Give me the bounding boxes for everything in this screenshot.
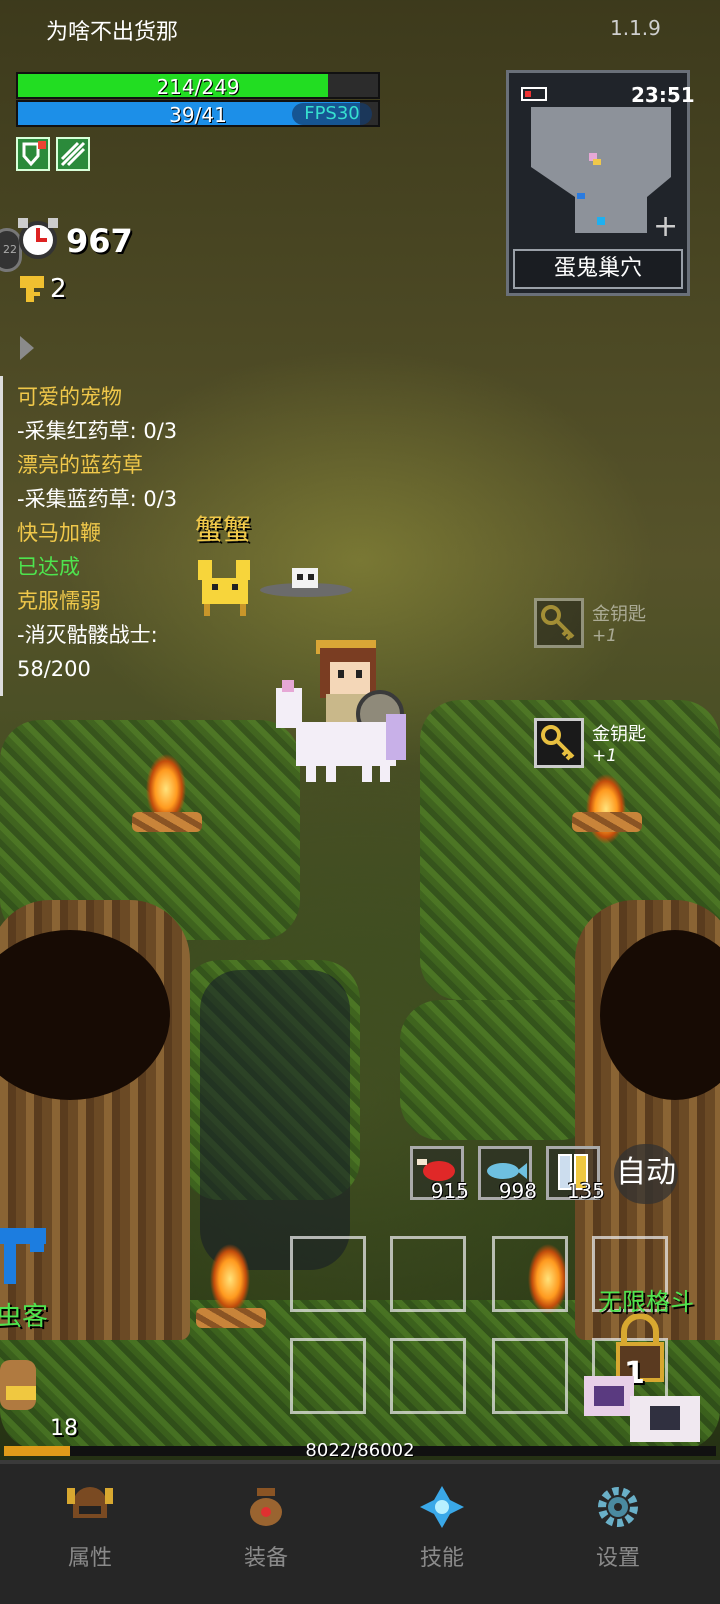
skill-slot-2[interactable]: [390, 1236, 466, 1312]
campfire-wood: [572, 812, 642, 832]
quest-log[interactable]: 可爱的宠物 -采集红药草: 0/3 漂亮的蓝药草 -采集蓝药草: 0/3 快马加…: [0, 376, 233, 696]
loot-notification: 金钥匙 +1: [534, 718, 704, 774]
player-name: 为啥不出货那: [46, 20, 179, 45]
quest-title: 可爱的宠物: [17, 385, 122, 409]
potion-slot[interactable]: 135: [546, 1146, 605, 1203]
campfire-wood: [132, 812, 202, 832]
skill-slot-6[interactable]: [390, 1338, 466, 1414]
quest-title: 漂亮的蓝药草: [17, 453, 143, 477]
minimap-expand-button[interactable]: +: [653, 209, 678, 244]
alarm-clock-icon: [16, 216, 60, 260]
auto-button[interactable]: 自动: [614, 1144, 678, 1204]
quest-detail: -消灭骷髅战士:: [17, 623, 158, 647]
area-name: 蛋鬼巢穴: [513, 249, 683, 289]
fish-count: 998: [498, 1179, 537, 1203]
nav-skills-label: 技能: [419, 1546, 464, 1571]
exp-text: 8022/86002: [305, 1440, 415, 1461]
minimap-clock: 23:51: [631, 83, 695, 107]
mp-bar: 39/41 FPS30: [16, 100, 380, 127]
timer-badge-value: 22: [3, 243, 17, 256]
version-label: 1.1.9: [610, 16, 661, 40]
bag-icon: [250, 1488, 282, 1526]
hp-bar: 214/249: [16, 72, 380, 99]
gold-key-icon: [534, 718, 584, 768]
skill-slot-7[interactable]: [492, 1338, 568, 1414]
quest-title: 快马加鞭: [17, 521, 101, 545]
minimap[interactable]: 23:51 + 蛋鬼巢穴: [506, 70, 695, 296]
loot-amount: +1: [592, 626, 618, 646]
auto-button-label: 自动: [616, 1155, 676, 1190]
pet-hammer-icon: [0, 1224, 50, 1288]
key-icon: [18, 274, 46, 304]
gold-key-icon: [534, 598, 584, 648]
player-character[interactable]: [276, 640, 412, 790]
fps-indicator: FPS30: [292, 103, 372, 125]
quest-detail: -采集红药草: 0/3: [17, 419, 178, 443]
skull-bone-pile: [256, 564, 356, 600]
nav-equipment[interactable]: 装备: [206, 1484, 326, 1572]
loot-notification: 金钥匙 +1: [534, 598, 704, 654]
nav-settings-label: 设置: [595, 1546, 640, 1571]
buff-defense-icon[interactable]: [16, 137, 50, 171]
helmet-icon: [67, 1487, 113, 1518]
pet-avatar[interactable]: [0, 1356, 44, 1416]
loot-name: 金钥匙: [592, 724, 646, 745]
battery-icon: [521, 87, 547, 101]
skill-slot-3[interactable]: [492, 1236, 568, 1312]
grass-patch: [400, 1000, 600, 1140]
buff-attack-icon[interactable]: [56, 137, 90, 171]
meat-count: 915: [430, 1179, 469, 1203]
ally-character[interactable]: [570, 1366, 706, 1446]
nav-attributes-label: 属性: [67, 1546, 112, 1571]
crystal-icon: [420, 1486, 464, 1528]
quest-title: 克服懦弱: [17, 589, 101, 613]
quest-status-complete: 已达成: [17, 555, 80, 579]
loot-name: 金钥匙: [592, 604, 646, 625]
meat-slot[interactable]: 915: [410, 1146, 469, 1203]
nav-attributes[interactable]: 属性: [30, 1484, 150, 1572]
quest-progress: 58/200: [17, 657, 91, 681]
nav-skills[interactable]: 技能: [382, 1484, 502, 1572]
loot-amount: +1: [592, 746, 618, 766]
gear-icon: [598, 1487, 638, 1527]
area-name-text: 蛋鬼巢穴: [553, 256, 642, 281]
timer-value: 967: [66, 222, 133, 260]
campfire-flame: [202, 1225, 258, 1315]
potion-count: 135: [566, 1179, 605, 1203]
key-count: 2: [50, 274, 67, 304]
quest-detail: -采集蓝药草: 0/3: [17, 487, 178, 511]
skill-slot-1[interactable]: [290, 1236, 366, 1312]
hp-text: 214/249: [156, 75, 240, 99]
nav-equipment-label: 装备: [243, 1546, 288, 1571]
pet-level: 18: [50, 1416, 78, 1441]
campfire-wood: [196, 1308, 266, 1328]
nav-settings[interactable]: 设置: [558, 1484, 678, 1572]
fish-slot[interactable]: 998: [478, 1146, 537, 1203]
skill-label: 无限格斗: [598, 1288, 694, 1316]
bottom-navigation: 属性 装备 技能 设置: [0, 1460, 720, 1604]
quest-collapse-arrow[interactable]: [18, 334, 38, 362]
skill-slot-5[interactable]: [290, 1338, 366, 1414]
pet-name: 虫客: [0, 1302, 49, 1332]
